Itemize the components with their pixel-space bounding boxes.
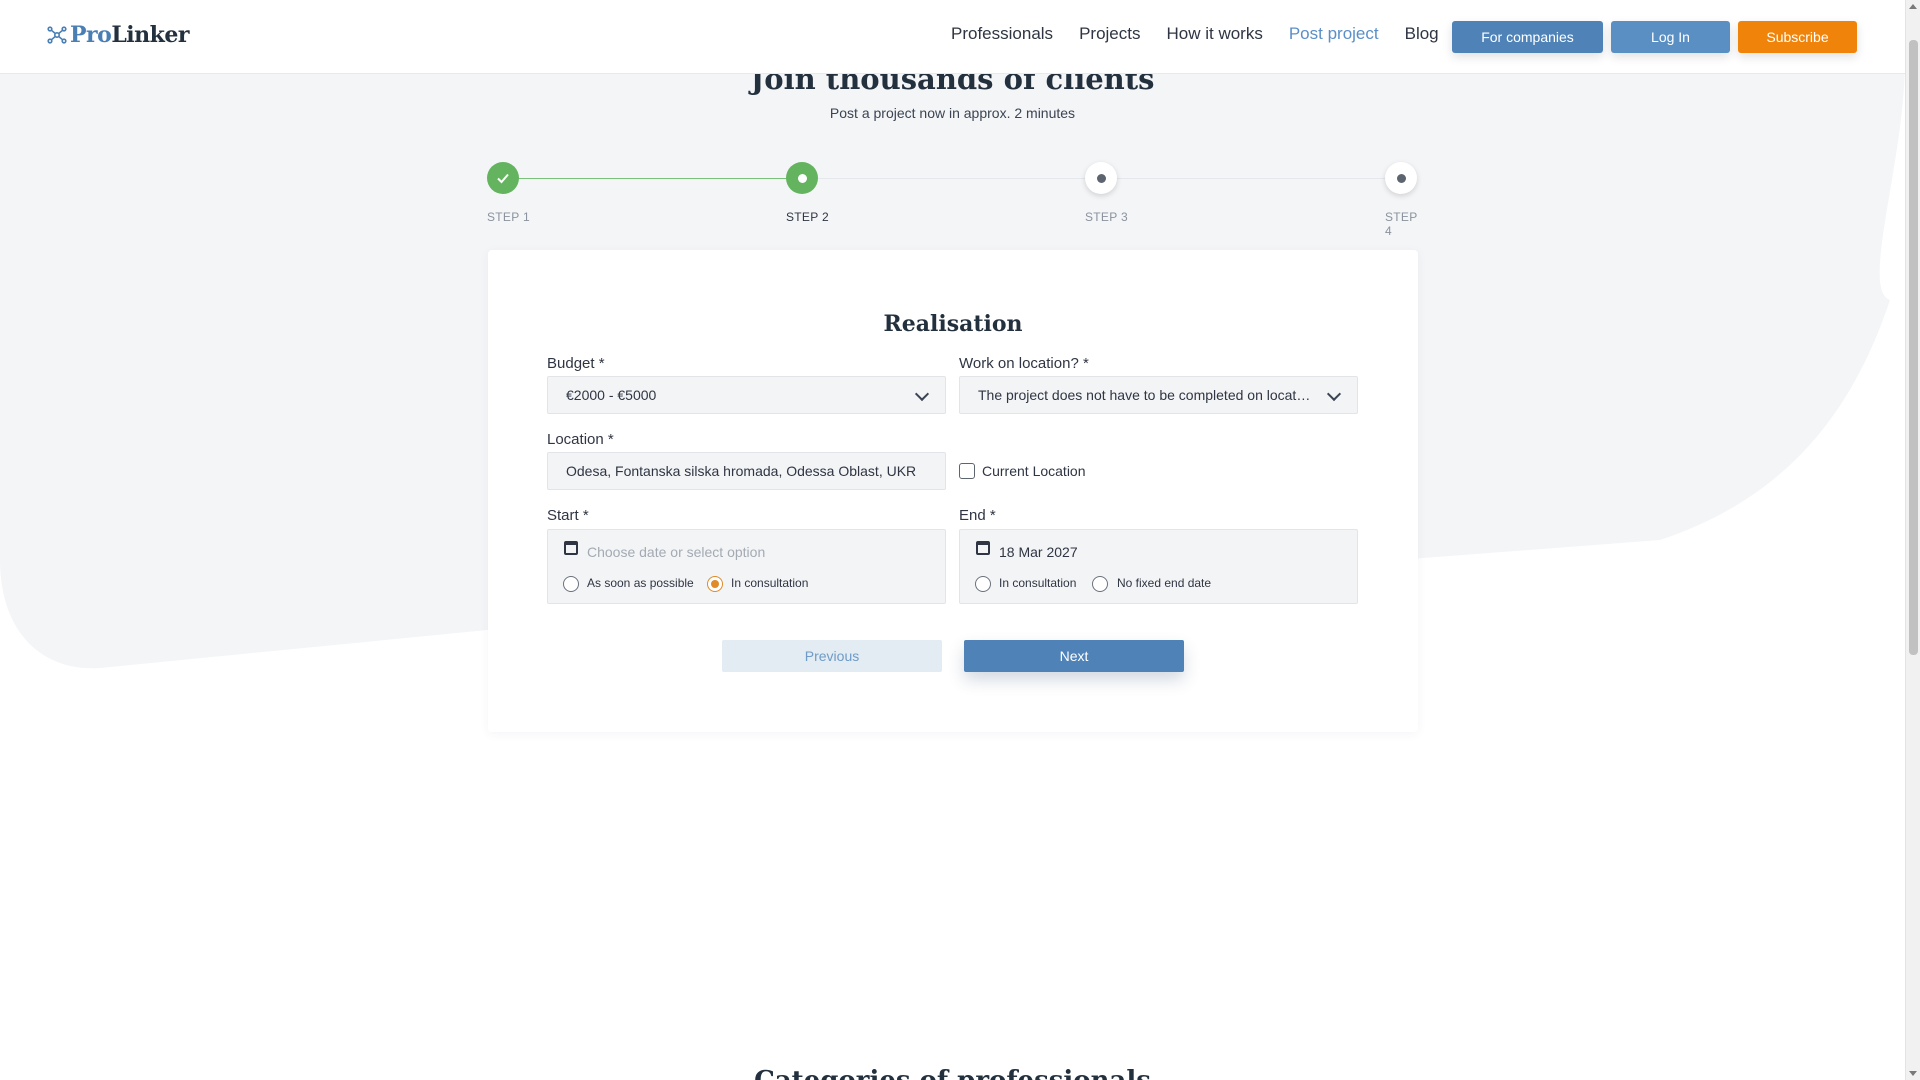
start-asap-label[interactable]: As soon as possible: [587, 576, 694, 590]
nav-post-project[interactable]: Post project: [1289, 24, 1379, 44]
chevron-down-icon: [914, 386, 930, 402]
previous-button[interactable]: Previous: [722, 640, 942, 672]
scroll-down-arrow-icon[interactable]: [1909, 1071, 1917, 1076]
end-label: End *: [959, 507, 996, 524]
start-consultation-label[interactable]: In consultation: [731, 576, 808, 590]
start-date-input[interactable]: Choose date or select option: [587, 544, 765, 560]
page-scrollbar[interactable]: [1905, 0, 1920, 1080]
login-button[interactable]: Log In: [1611, 21, 1730, 53]
current-location-checkbox[interactable]: [959, 463, 975, 479]
location-input[interactable]: Odesa, Fontanska silska hromada, Odessa …: [547, 452, 946, 490]
end-date-input[interactable]: 18 Mar 2027: [999, 544, 1078, 560]
nav-professionals[interactable]: Professionals: [951, 24, 1053, 44]
current-location-label[interactable]: Current Location: [982, 463, 1086, 479]
nav-projects[interactable]: Projects: [1079, 24, 1140, 44]
work-on-location-value: The project does not have to be complete…: [978, 387, 1313, 403]
project-form-card: Realisation Budget * €2000 - €5000 Work …: [488, 250, 1418, 732]
subscribe-button[interactable]: Subscribe: [1738, 21, 1857, 53]
top-navigation-bar: ProLinker Professionals Projects How it …: [0, 0, 1905, 74]
for-companies-button[interactable]: For companies: [1452, 21, 1603, 53]
end-no-fixed-date-label[interactable]: No fixed end date: [1117, 576, 1211, 590]
step-2-dot[interactable]: [786, 162, 818, 194]
end-no-fixed-date-radio[interactable]: [1092, 576, 1108, 592]
location-label: Location *: [547, 431, 614, 448]
location-value: Odesa, Fontanska silska hromada, Odessa …: [566, 463, 917, 479]
stepper-line-completed: [503, 178, 801, 179]
step-3-dot[interactable]: [1085, 162, 1117, 194]
start-consultation-radio[interactable]: [707, 576, 723, 592]
form-title: Realisation: [883, 311, 1023, 337]
step-1-label: STEP 1: [487, 210, 530, 224]
end-consultation-radio[interactable]: [975, 576, 991, 592]
page-subtitle: Post a project now in approx. 2 minutes: [829, 105, 1076, 121]
categories-heading: Categories of professionals: [0, 1066, 1905, 1080]
budget-label: Budget *: [547, 355, 605, 372]
work-on-location-select[interactable]: The project does not have to be complete…: [959, 376, 1358, 414]
nav-blog[interactable]: Blog: [1405, 24, 1439, 44]
step-4-dot[interactable]: [1385, 162, 1417, 194]
end-consultation-label[interactable]: In consultation: [999, 576, 1076, 590]
step-1-dot[interactable]: [487, 162, 519, 194]
checkmark-icon: [497, 173, 509, 184]
step-4-label: STEP 4: [1385, 210, 1418, 238]
brand-name: ProLinker: [70, 22, 189, 48]
start-asap-radio[interactable]: [563, 576, 579, 592]
calendar-icon[interactable]: [564, 541, 578, 555]
start-label: Start *: [547, 507, 589, 524]
step-3-label: STEP 3: [1085, 210, 1128, 224]
start-date-box: Choose date or select option As soon as …: [547, 529, 946, 604]
work-on-location-label: Work on location? *: [959, 355, 1089, 372]
network-logo-icon: [47, 26, 67, 44]
chevron-down-icon: [1326, 386, 1342, 402]
budget-select[interactable]: €2000 - €5000: [547, 376, 946, 414]
next-button[interactable]: Next: [964, 640, 1184, 672]
nav-how-it-works[interactable]: How it works: [1166, 24, 1262, 44]
end-date-box: 18 Mar 2027 In consultation No fixed end…: [959, 529, 1358, 604]
brand-logo[interactable]: ProLinker: [46, 22, 189, 48]
progress-stepper: STEP 1 STEP 2 STEP 3 STEP 4: [487, 162, 1427, 238]
budget-value: €2000 - €5000: [566, 387, 657, 403]
calendar-icon[interactable]: [976, 541, 990, 555]
step-2-label: STEP 2: [786, 210, 829, 224]
scrollbar-thumb[interactable]: [1909, 40, 1918, 655]
scroll-up-arrow-icon[interactable]: [1909, 4, 1917, 9]
main-nav: Professionals Projects How it works Post…: [951, 24, 1439, 44]
